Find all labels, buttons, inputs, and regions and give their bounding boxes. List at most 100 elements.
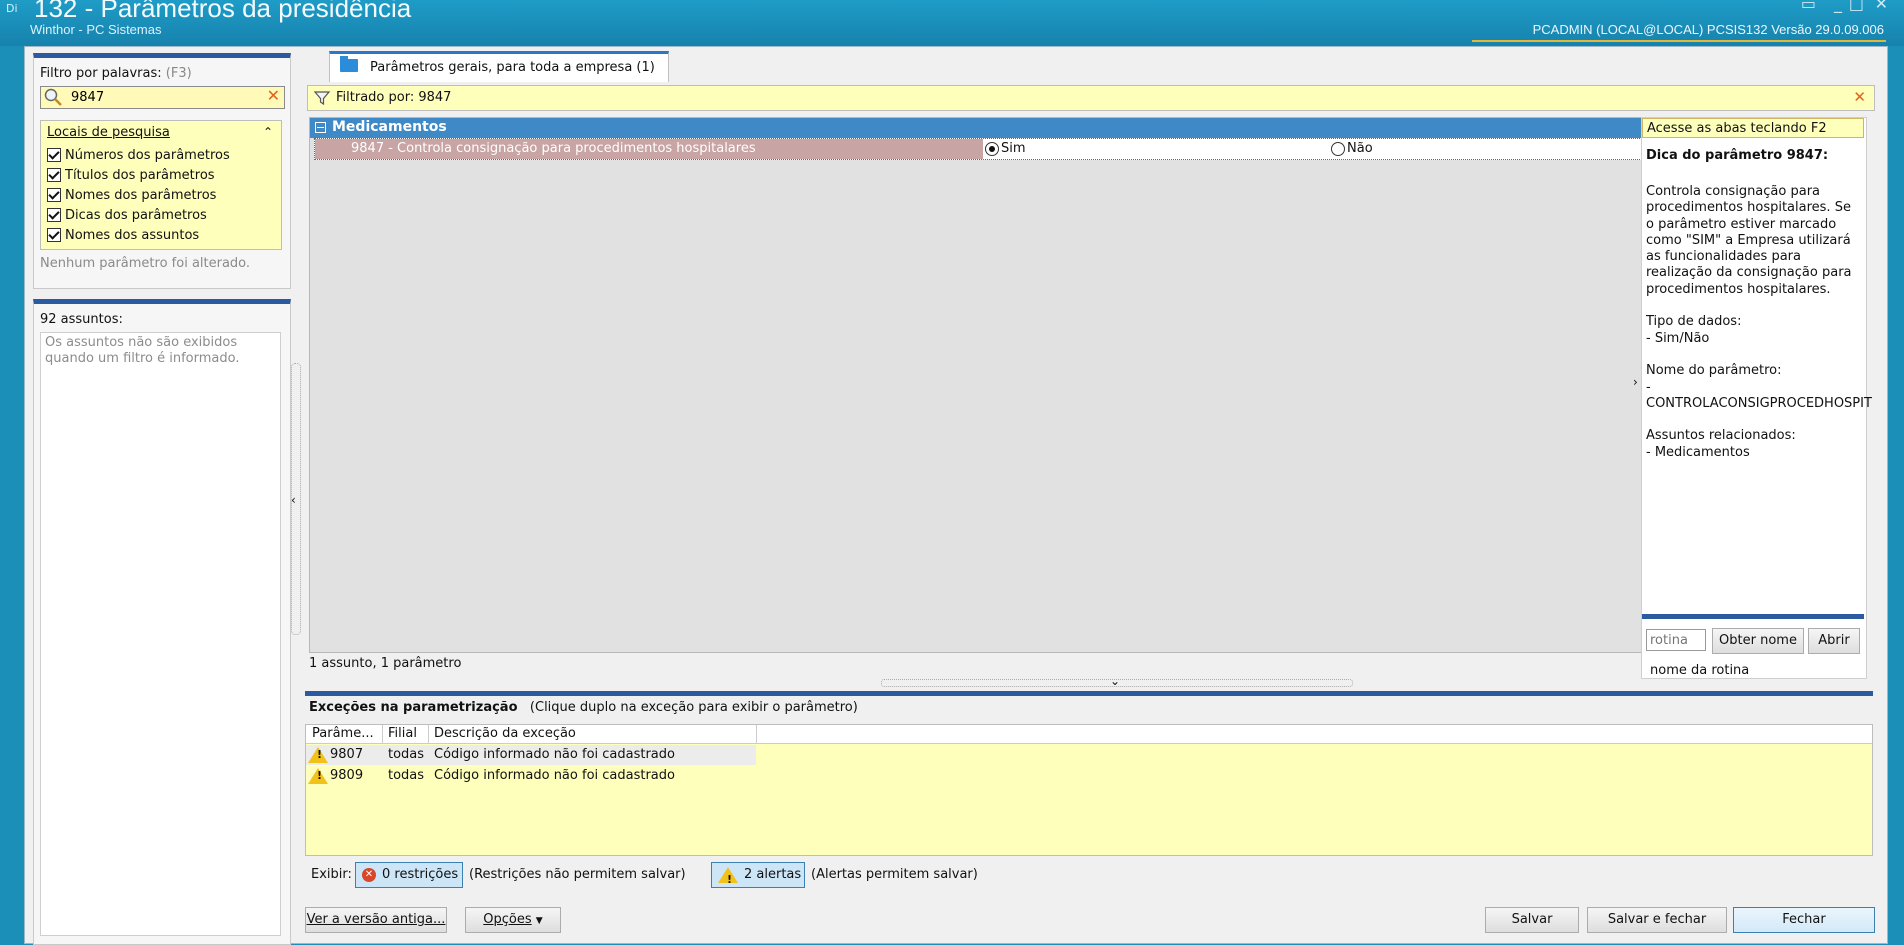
- checkbox-checked[interactable]: [47, 188, 61, 202]
- exception-desc: Código informado não foi cadastrado: [434, 747, 675, 762]
- filtered-by-text: Filtrado por: 9847: [336, 90, 452, 105]
- option-label: Dicas dos parâmetros: [65, 207, 207, 223]
- window-title: 132 - Parâmetros da presidência: [34, 0, 412, 23]
- restrictions-note: (Restrições não permitem salvar): [469, 867, 686, 882]
- parameters-grid: Medicamentos 9847 - Controla consignação…: [309, 117, 1659, 653]
- col-filial[interactable]: Filial: [388, 726, 417, 741]
- checkbox-checked[interactable]: [47, 168, 61, 182]
- dropdown-arrow-icon: ▼: [535, 916, 543, 926]
- exceptions-table: Parâme... Filial Descrição da exceção ! …: [305, 724, 1873, 856]
- maximize-icon[interactable]: □: [1849, 0, 1864, 13]
- subjects-count: 92 assuntos:: [40, 312, 123, 327]
- minimize-icon[interactable]: _: [1834, 0, 1842, 13]
- option-numeros[interactable]: Números dos parâmetros: [47, 146, 230, 164]
- chevron-left-icon[interactable]: ‹: [291, 493, 296, 507]
- routine-input[interactable]: [1646, 629, 1706, 651]
- horizontal-splitter[interactable]: ⌄: [881, 674, 1353, 688]
- option-assuntos[interactable]: Nomes dos assuntos: [47, 226, 199, 244]
- column-divider[interactable]: [756, 725, 757, 743]
- search-input[interactable]: [69, 89, 253, 106]
- exception-desc: Código informado não foi cadastrado: [434, 768, 675, 783]
- options-button[interactable]: Opções ▼: [465, 907, 561, 933]
- tip-body: Controla consignação para procedimentos …: [1646, 184, 1872, 460]
- search-locations-box: Locais de pesquisa ⌃ Números dos parâmet…: [40, 120, 282, 250]
- user-info: PCADMIN (LOCAL@LOCAL) PCSIS132 Versão 29…: [1532, 22, 1884, 37]
- exception-filial: todas: [388, 768, 425, 783]
- save-and-close-button[interactable]: Salvar e fechar: [1587, 907, 1727, 933]
- group-label: Medicamentos: [332, 119, 447, 135]
- routine-box: Obter nome Abrir nome da rotina: [1642, 614, 1864, 681]
- funnel-icon: [314, 91, 330, 106]
- exceptions-panel: Exceções na parametrização (Clique duplo…: [305, 691, 1873, 942]
- column-divider[interactable]: [382, 725, 383, 743]
- filter-indicator-bar: Filtrado por: 9847 ✕: [307, 85, 1875, 111]
- exception-param: 9807: [330, 747, 364, 762]
- tip-title: Dica do parâmetro 9847:: [1646, 148, 1829, 163]
- subjects-panel: 92 assuntos: Os assuntos não são exibido…: [33, 299, 291, 945]
- exception-param: 9809: [330, 768, 364, 783]
- option-label: Números dos parâmetros: [65, 147, 230, 163]
- restrictions-toggle[interactable]: ✕ 0 restrições: [355, 862, 463, 888]
- group-row-medicamentos[interactable]: Medicamentos: [310, 118, 1658, 138]
- radio-nao-label[interactable]: Não: [1347, 141, 1373, 156]
- option-titulos[interactable]: Títulos dos parâmetros: [47, 166, 215, 184]
- exception-row[interactable]: ! 9807 todas Código informado não foi ca…: [306, 745, 756, 765]
- get-name-button[interactable]: Obter nome: [1712, 628, 1804, 654]
- open-button[interactable]: Abrir: [1808, 628, 1860, 654]
- error-icon: ✕: [362, 868, 376, 882]
- old-version-button[interactable]: Ver a versão antiga...: [305, 907, 447, 933]
- radio-sim-label[interactable]: Sim: [1001, 141, 1026, 156]
- chevron-right-icon[interactable]: ›: [1633, 375, 1638, 389]
- checkbox-checked[interactable]: [47, 228, 61, 242]
- exceptions-title: Exceções na parametrização: [309, 700, 518, 715]
- display-filter-row: Exibir: ✕ 0 restrições (Restrições não p…: [305, 861, 1871, 891]
- close-icon[interactable]: ✕: [1875, 0, 1888, 13]
- close-button[interactable]: Fechar: [1733, 907, 1875, 933]
- restore-icon[interactable]: ▭: [1801, 0, 1816, 13]
- save-button[interactable]: Salvar: [1485, 907, 1579, 933]
- clear-search-icon[interactable]: ✕: [267, 86, 280, 105]
- search-field[interactable]: ✕: [40, 86, 285, 109]
- column-divider[interactable]: [428, 725, 429, 743]
- collapse-minus-icon[interactable]: [315, 122, 326, 133]
- tabs-shortcut-hint: Acesse as abas teclando F2: [1642, 118, 1864, 138]
- title-bar: Di 132 - Parâmetros da presidência Winth…: [0, 0, 1904, 46]
- warning-mark: !: [727, 873, 733, 886]
- col-parametro[interactable]: Parâme...: [312, 726, 374, 741]
- filter-panel: Filtro por palavras: (F3) ✕ Locais de pe…: [33, 53, 291, 289]
- parameter-row-9847[interactable]: 9847 - Controla consignação para procedi…: [314, 138, 1658, 160]
- option-label: Títulos dos parâmetros: [65, 167, 215, 183]
- display-label: Exibir:: [311, 867, 352, 882]
- col-descricao[interactable]: Descrição da exceção: [434, 726, 576, 741]
- exception-row[interactable]: ! 9809 todas Código informado não foi ca…: [306, 766, 756, 786]
- warning-mark: !: [317, 748, 323, 761]
- window-subtitle: Winthor - PC Sistemas: [30, 22, 162, 37]
- alerts-note: (Alertas permitem salvar): [811, 867, 978, 882]
- chevron-down-icon[interactable]: ⌄: [1110, 674, 1120, 688]
- search-locations-header: Locais de pesquisa: [47, 125, 170, 140]
- alerts-toggle[interactable]: ! 2 alertas: [711, 862, 805, 888]
- routine-name: nome da rotina: [1650, 663, 1750, 678]
- filter-label-text: Filtro por palavras:: [40, 66, 162, 81]
- option-nomes[interactable]: Nomes dos parâmetros: [47, 186, 216, 204]
- tab-parametros-gerais[interactable]: Parâmetros gerais, para toda a empresa (…: [329, 51, 669, 82]
- result-count: 1 assunto, 1 parâmetro: [309, 656, 462, 671]
- no-change-status: Nenhum parâmetro foi alterado.: [40, 256, 251, 271]
- radio-nao[interactable]: [1331, 142, 1345, 156]
- folder-icon: [340, 56, 358, 72]
- radio-sim[interactable]: [985, 142, 999, 156]
- option-label: Nomes dos assuntos: [65, 227, 200, 243]
- warning-mark: !: [317, 769, 323, 782]
- clear-filter-icon[interactable]: ✕: [1853, 88, 1866, 106]
- tip-panel: Acesse as abas teclando F2 Dica do parâm…: [1641, 117, 1872, 681]
- option-dicas[interactable]: Dicas dos parâmetros: [47, 206, 207, 224]
- subjects-note: Os assuntos não são exibidos quando um f…: [40, 332, 281, 936]
- options-label: Opções: [483, 912, 532, 927]
- option-label: Nomes dos parâmetros: [65, 187, 217, 203]
- exception-filial: todas: [388, 747, 425, 762]
- checkbox-checked[interactable]: [47, 208, 61, 222]
- exceptions-columns: Parâme... Filial Descrição da exceção: [306, 725, 1872, 744]
- parameter-description: 9847 - Controla consignação para procedi…: [315, 139, 983, 159]
- checkbox-checked[interactable]: [47, 148, 61, 162]
- collapse-chevron-icon[interactable]: ⌃: [263, 125, 273, 139]
